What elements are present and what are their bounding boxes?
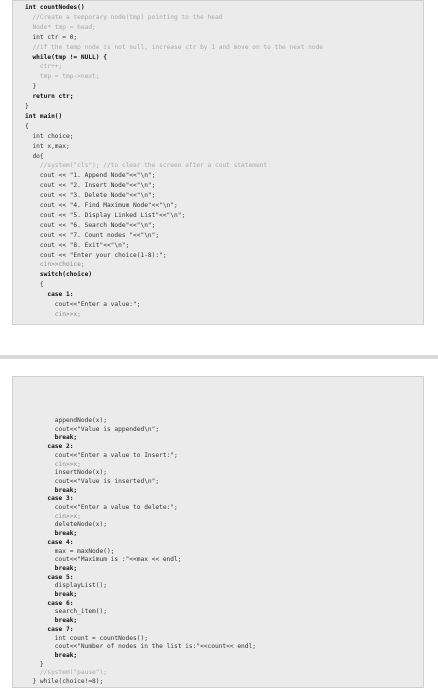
code-line: switch(choice) bbox=[25, 271, 93, 279]
code-line: cout << "2. Insert Node"<<"\n"; bbox=[25, 182, 156, 190]
code-line: cout<<"Maximum is :"<<max << endl; bbox=[25, 556, 182, 564]
code-line: break; bbox=[25, 530, 78, 538]
code-line: cout << "Enter your choice(1-8):"; bbox=[25, 251, 167, 259]
code-line: } while(choice!=8); bbox=[25, 678, 104, 685]
code-line: int count = countNodes(); bbox=[25, 634, 148, 642]
code-line: deleteNode(x); bbox=[25, 521, 107, 529]
code-line: } bbox=[25, 660, 44, 668]
code-line: int ctr = 0; bbox=[25, 33, 78, 41]
code-line: cin>>choice; bbox=[25, 261, 85, 269]
code-line: { bbox=[25, 281, 44, 289]
code-line: //Create a temporary node(tmp) pointing … bbox=[25, 13, 223, 21]
code-line: Node* tmp = head; bbox=[25, 23, 96, 31]
code-line: break; bbox=[25, 434, 78, 442]
code-line: case 2: bbox=[25, 443, 74, 451]
code-line: insertNode(x); bbox=[25, 469, 107, 477]
code-line: max = maxNode(); bbox=[25, 547, 115, 555]
code-line: case 1: bbox=[25, 291, 74, 299]
code-page-bottom: appendNode(x); cout<<"Value is appended\… bbox=[12, 376, 424, 688]
code-line: break; bbox=[25, 651, 78, 659]
code-line: case 4: bbox=[25, 538, 74, 546]
code-line: while(tmp != NULL) { bbox=[25, 53, 107, 61]
code-line: tmp = tmp->next; bbox=[25, 73, 100, 81]
code-line: cin>>x; bbox=[25, 512, 81, 520]
code-line: do{ bbox=[25, 152, 44, 160]
code-line: cin>>x; bbox=[25, 310, 81, 318]
code-line: int main() bbox=[25, 112, 63, 120]
code-line: int x,max; bbox=[25, 142, 70, 150]
code-line: int countNodes() bbox=[25, 4, 85, 11]
code-line: cout << "7. Count nodes "<<"\n"; bbox=[25, 231, 160, 239]
code-line: cout << "3. Delete Node"<<"\n"; bbox=[25, 192, 156, 200]
code-line: cout<<"Value is appended\n"; bbox=[25, 425, 160, 433]
code-line: case 7: bbox=[25, 625, 74, 633]
code-line: break; bbox=[25, 486, 78, 494]
code-line: } bbox=[25, 103, 29, 110]
code-line: { bbox=[25, 122, 29, 130]
code-line: cout<<"Enter a value:"; bbox=[25, 301, 141, 308]
code-line: break; bbox=[25, 617, 78, 625]
code-line: case 5: bbox=[25, 573, 74, 581]
code-line: cout<<"Number of nodes in the list is:"<… bbox=[25, 643, 256, 651]
code-line: cin>>x; bbox=[25, 460, 81, 468]
code-line: cout << "6. Search Node"<<"\n"; bbox=[25, 221, 156, 229]
code-page-top: int countNodes() //Create a temporary no… bbox=[12, 0, 424, 325]
code-line: cout<<"Value is inserted\n"; bbox=[25, 477, 160, 485]
code-line: cout << "1. Append Node"<<"\n"; bbox=[25, 172, 156, 180]
code-line: //system("cls"); //to clear the screen a… bbox=[25, 162, 268, 170]
code-line: } bbox=[25, 83, 37, 91]
code-line: cout << "8. Exit"<<"\n"; bbox=[25, 241, 130, 249]
code-line: cout << "4. Find Maximum Node"<<"\n"; bbox=[25, 202, 178, 209]
code-line: cout<<"Enter a value to delete:"; bbox=[25, 504, 178, 511]
code-line: case 3: bbox=[25, 495, 74, 503]
code-line: break; bbox=[25, 591, 78, 598]
code-line: appendNode(x); bbox=[25, 417, 107, 424]
code-line: cout<<"Enter a value to Insert:"; bbox=[25, 451, 178, 459]
code-line: cout << "5. Display Linked List"<<"\n"; bbox=[25, 211, 186, 219]
code-line: ctr++; bbox=[25, 63, 63, 71]
code-line: break; bbox=[25, 564, 78, 572]
code-line: //if the temp node is not null, increase… bbox=[25, 43, 324, 51]
code-line: return ctr; bbox=[25, 93, 74, 101]
code-line: int choice; bbox=[25, 132, 74, 140]
code-line: //system("pause"); bbox=[25, 669, 107, 677]
code-line: search_item(); bbox=[25, 608, 107, 616]
code-line: case 6: bbox=[25, 599, 74, 607]
code-line: displayList(); bbox=[25, 582, 107, 590]
page-divider bbox=[0, 355, 438, 359]
